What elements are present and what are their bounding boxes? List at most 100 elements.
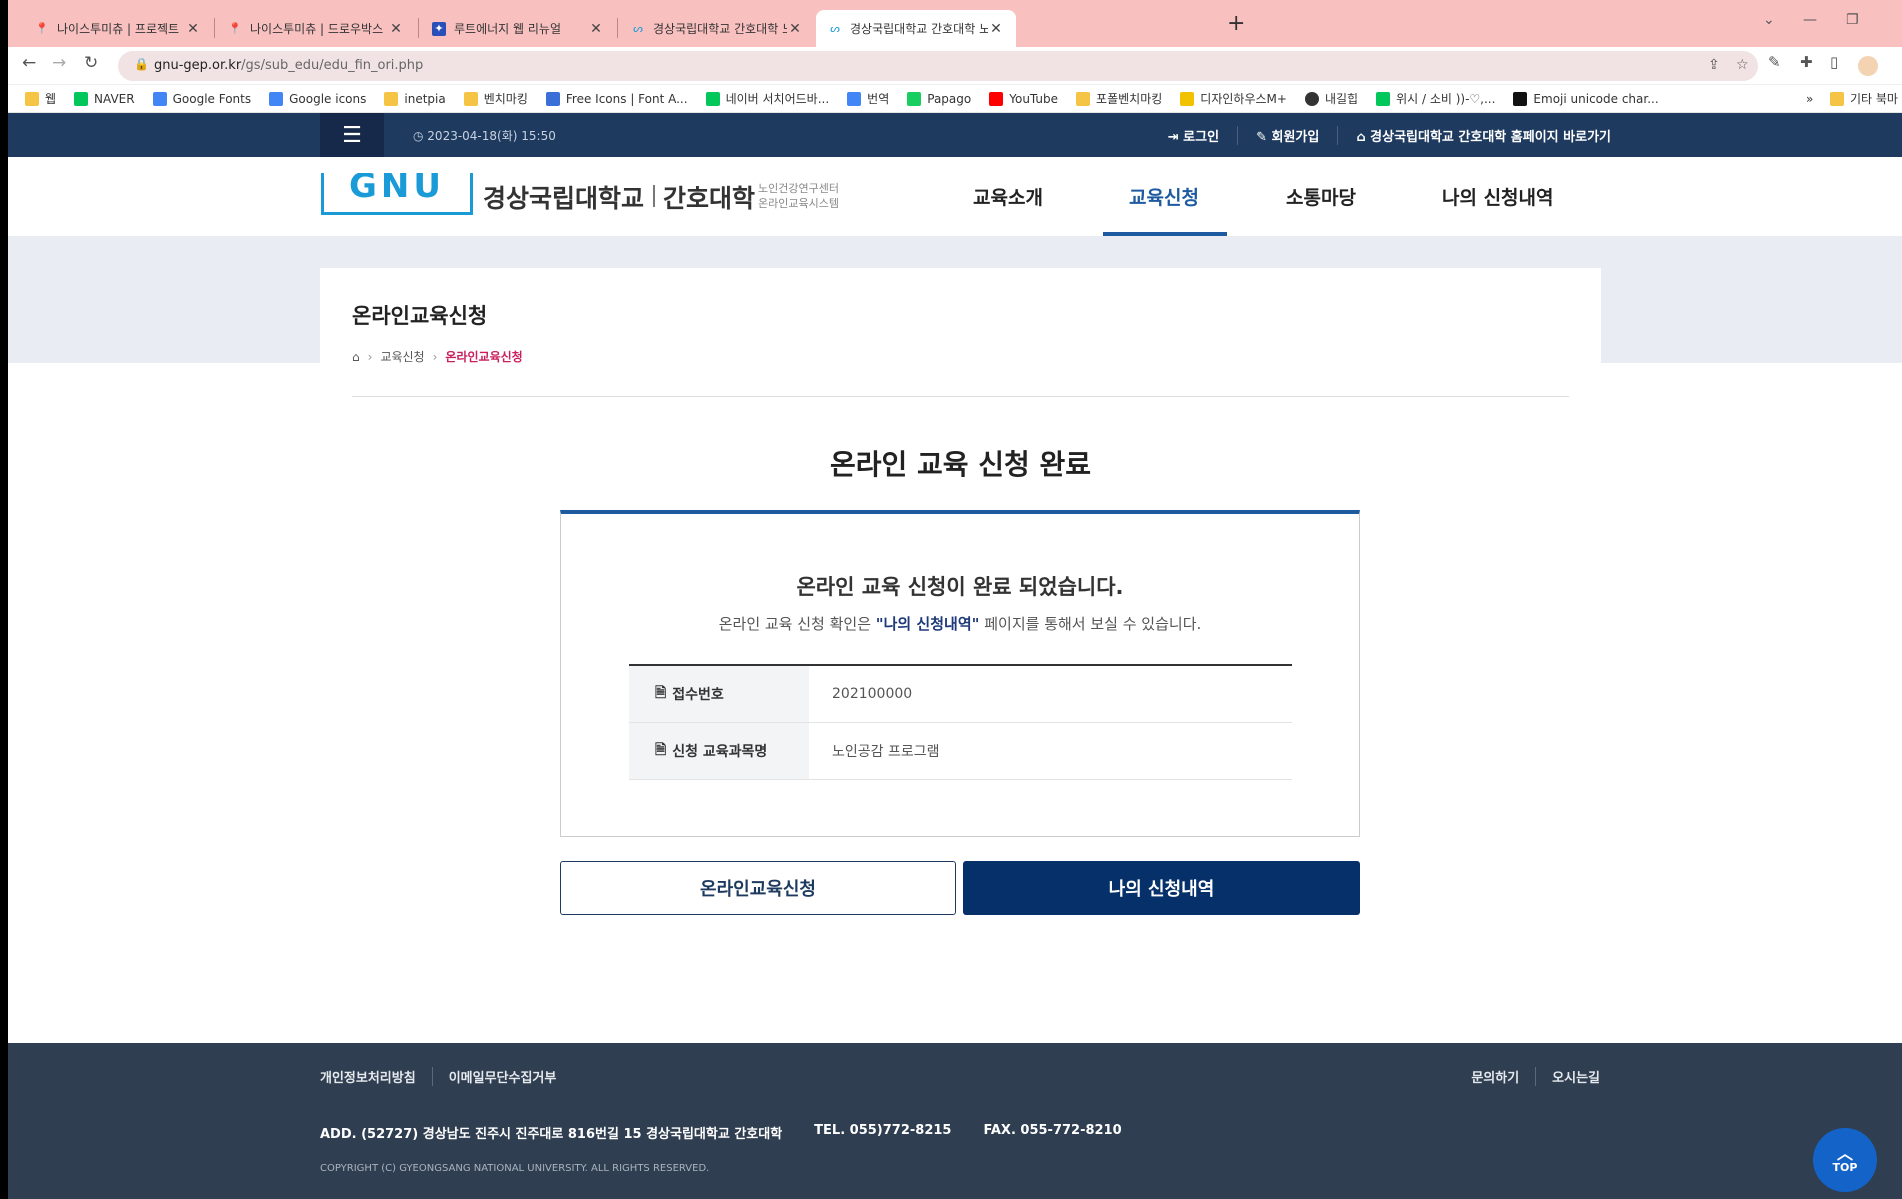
browser-tab-bar: 📍 나이스투미츄 | 프로젝트 ✕ 📍 나이스투미츄 | 드로우박스 ✕ ✦ 루… [8, 0, 1902, 47]
close-icon[interactable]: ✕ [388, 21, 404, 37]
home-icon: ⌂ [1356, 130, 1371, 145]
apply-online-button[interactable]: 온라인교육신청 [560, 861, 956, 915]
document-icon: 🗎 [655, 685, 667, 701]
restore-icon[interactable]: ❐ [1846, 12, 1859, 28]
browser-tab-active[interactable]: ᔕ 경상국립대학교 간호대학 노인건 ✕ [816, 10, 1016, 47]
browser-tab[interactable]: ✦ 루트에너지 웹 리뉴얼 ✕ [420, 10, 616, 47]
tab-title: 경상국립대학교 간호대학 노인건 [850, 22, 988, 36]
tab-title: 나이스투미츄 | 프로젝트 [57, 22, 180, 36]
copyright: COPYRIGHT (C) GYEONGSANG NATIONAL UNIVER… [320, 1163, 710, 1174]
bookmark-folder-other[interactable]: 기타 북마 [1830, 90, 1898, 107]
privacy-policy-link[interactable]: 개인정보처리방침 [320, 1067, 433, 1086]
bookmark-link[interactable]: 위시 / 소비 ))-♡,... [1376, 90, 1495, 107]
page-icon: ✦ [432, 21, 446, 36]
share-icon[interactable]: ⇪ [1708, 57, 1720, 73]
logo-college-name[interactable]: 간호대학 [663, 179, 755, 215]
completion-message: 온라인 교육 신청 확인은 "나의 신청내역" 페이지를 통해서 보실 수 있습… [718, 615, 1202, 633]
breadcrumb-current: 온라인교육신청 [445, 350, 523, 364]
logo-subtitle: 노인건강연구센터 온라인교육시스템 [758, 182, 839, 210]
bookmark-link[interactable]: Google icons [269, 91, 366, 106]
bookmark-link[interactable]: Google Fonts [152, 91, 251, 106]
close-icon[interactable]: ✕ [588, 21, 604, 37]
browser-tab[interactable]: 📍 나이스투미츄 | 드로우박스 ✕ [216, 10, 416, 47]
main-navigation: GNU 경상국립대학교 간호대학 노인건강연구센터 온라인교육시스템 교육소개 교… [8, 157, 1902, 236]
my-history-button[interactable]: 나의 신청내역 [963, 861, 1360, 915]
list-menu-icon: ☰ [342, 122, 362, 148]
scroll-top-button[interactable]: ︿ TOP [1813, 1128, 1877, 1192]
login-link[interactable]: ⇥ 로그인 [1150, 126, 1237, 145]
document-icon: 🗎 [655, 742, 667, 758]
directions-link[interactable]: 오시는길 [1535, 1067, 1600, 1086]
new-tab-icon[interactable]: + [1227, 11, 1245, 36]
extension-pen-icon[interactable]: ✎ [1768, 53, 1781, 71]
tab-title: 나이스투미츄 | 드로우박스 [250, 22, 384, 36]
signup-link[interactable]: ✎ 회원가입 [1237, 126, 1337, 145]
completion-title: 온라인 교육 신청 완료 [829, 448, 1092, 481]
minimize-icon[interactable]: — [1803, 12, 1817, 28]
browser-tab[interactable]: 📍 나이스투미츄 | 프로젝트 ✕ [23, 10, 213, 47]
application-info-table: 🗎 접수번호 202100000 🗎 신청 교육과목명 노인공감 프로그램 [629, 664, 1292, 780]
nav-item-community[interactable]: 소통마당 [1286, 183, 1356, 210]
all-menu-button[interactable]: ☰ [320, 113, 384, 157]
bookmarks-bar: 웹 NAVER Google Fonts Google icons inetpi… [8, 85, 1902, 113]
bookmark-link[interactable]: 번역 [847, 90, 889, 107]
bookmark-folder[interactable]: 웹 [25, 90, 56, 107]
bookmark-link[interactable]: 내길힙 [1304, 90, 1358, 107]
bookmark-star-icon[interactable]: ☆ [1736, 57, 1749, 73]
url-text[interactable]: gnu-gep.or.kr/gs/sub_edu/edu_fin_ori.php [154, 58, 423, 73]
breadcrumb-item[interactable]: 교육신청 [380, 348, 424, 365]
profile-avatar[interactable] [1858, 56, 1878, 76]
reload-icon[interactable]: ↻ [84, 53, 98, 73]
bookmark-link[interactable]: YouTube [989, 91, 1058, 106]
nav-item-edu-apply[interactable]: 교육신청 [1129, 183, 1199, 210]
bookmark-link[interactable]: NAVER [74, 91, 135, 106]
close-icon[interactable]: ✕ [988, 21, 1004, 37]
bookmark-link[interactable]: Free Icons | Font A... [545, 91, 688, 106]
gnu-logo[interactable]: GNU [321, 173, 473, 215]
pencil-icon: ✎ [1256, 130, 1272, 145]
bookmark-link[interactable]: Papago [907, 91, 971, 106]
content-card: 온라인교육신청 ⌂ › 교육신청 › 온라인교육신청 온라인 교육 신청 완료 … [320, 268, 1601, 1028]
completion-box: 온라인 교육 신청이 완료 되었습니다. 온라인 교육 신청 확인은 "나의 신… [560, 510, 1360, 837]
bookmark-folder[interactable]: 포폴벤치마킹 [1076, 90, 1162, 107]
table-row: 🗎 접수번호 202100000 [629, 666, 1292, 723]
contact-link[interactable]: 문의하기 [1471, 1067, 1519, 1086]
lock-icon: 🔒 [134, 57, 149, 71]
current-datetime: ◷ 2023-04-18(화) 15:50 [413, 129, 556, 143]
chevron-up-icon: ︿ [1836, 1143, 1853, 1163]
login-icon: ⇥ [1167, 130, 1184, 145]
bookmark-link[interactable]: 디자인하우스M+ [1180, 90, 1287, 107]
gnu-icon: ᔕ [633, 22, 643, 35]
bookmark-link[interactable]: Emoji unicode char... [1513, 91, 1659, 106]
site-top-strip: ☰ ◷ 2023-04-18(화) 15:50 ⇥ 로그인 ✎ 회원가입 ⌂ 경… [8, 113, 1902, 157]
table-row: 🗎 신청 교육과목명 노인공감 프로그램 [629, 723, 1292, 780]
footer-address: ADD. (52727) 경상남도 진주시 진주대로 816번길 15 경상국립… [320, 1123, 1122, 1142]
tab-search-icon[interactable]: ⌄ [1763, 12, 1775, 28]
breadcrumb: ⌂ › 교육신청 › 온라인교육신청 [352, 348, 523, 365]
url-bar[interactable]: 🔒 gnu-gep.or.kr/gs/sub_edu/edu_fin_ori.p… [118, 51, 1758, 81]
pin-icon: 📍 [228, 22, 242, 35]
logo-university-name[interactable]: 경상국립대학교 [483, 179, 644, 215]
completion-heading: 온라인 교육 신청이 완료 되었습니다. [796, 575, 1124, 599]
browser-tab[interactable]: ᔕ 경상국립대학교 간호대학 노인건 ✕ [619, 10, 815, 47]
page-title: 온라인교육신청 [352, 304, 488, 328]
email-refusal-link[interactable]: 이메일무단수집거부 [449, 1067, 573, 1086]
back-icon[interactable]: ← [22, 53, 36, 73]
college-home-link[interactable]: ⌂ 경상국립대학교 간호대학 홈페이지 바로가기 [1337, 126, 1629, 145]
nav-item-edu-intro[interactable]: 교육소개 [973, 183, 1043, 210]
sidepanel-icon[interactable]: ▯ [1830, 53, 1838, 71]
table-header-cell: 🗎 신청 교육과목명 [629, 723, 809, 779]
close-icon[interactable]: ✕ [185, 21, 201, 37]
bookmarks-more-button[interactable]: » [1806, 92, 1813, 106]
home-icon[interactable]: ⌂ [352, 350, 360, 364]
site-footer: 개인정보처리방침 이메일무단수집거부 문의하기 오시는길 ADD. (52727… [8, 1043, 1902, 1199]
extensions-puzzle-icon[interactable]: ✚ [1800, 53, 1813, 71]
nav-item-my-history[interactable]: 나의 신청내역 [1442, 183, 1554, 210]
close-icon[interactable]: ✕ [787, 21, 803, 37]
forward-icon[interactable]: → [52, 53, 66, 73]
bookmark-link[interactable]: 네이버 서치어드바... [705, 90, 829, 107]
tab-title: 경상국립대학교 간호대학 노인건 [653, 22, 787, 36]
address-toolbar: ← → ↻ 🔒 gnu-gep.or.kr/gs/sub_edu/edu_fin… [8, 47, 1902, 85]
bookmark-folder[interactable]: 벤치마킹 [463, 90, 528, 107]
bookmark-folder[interactable]: inetpia [384, 91, 446, 106]
